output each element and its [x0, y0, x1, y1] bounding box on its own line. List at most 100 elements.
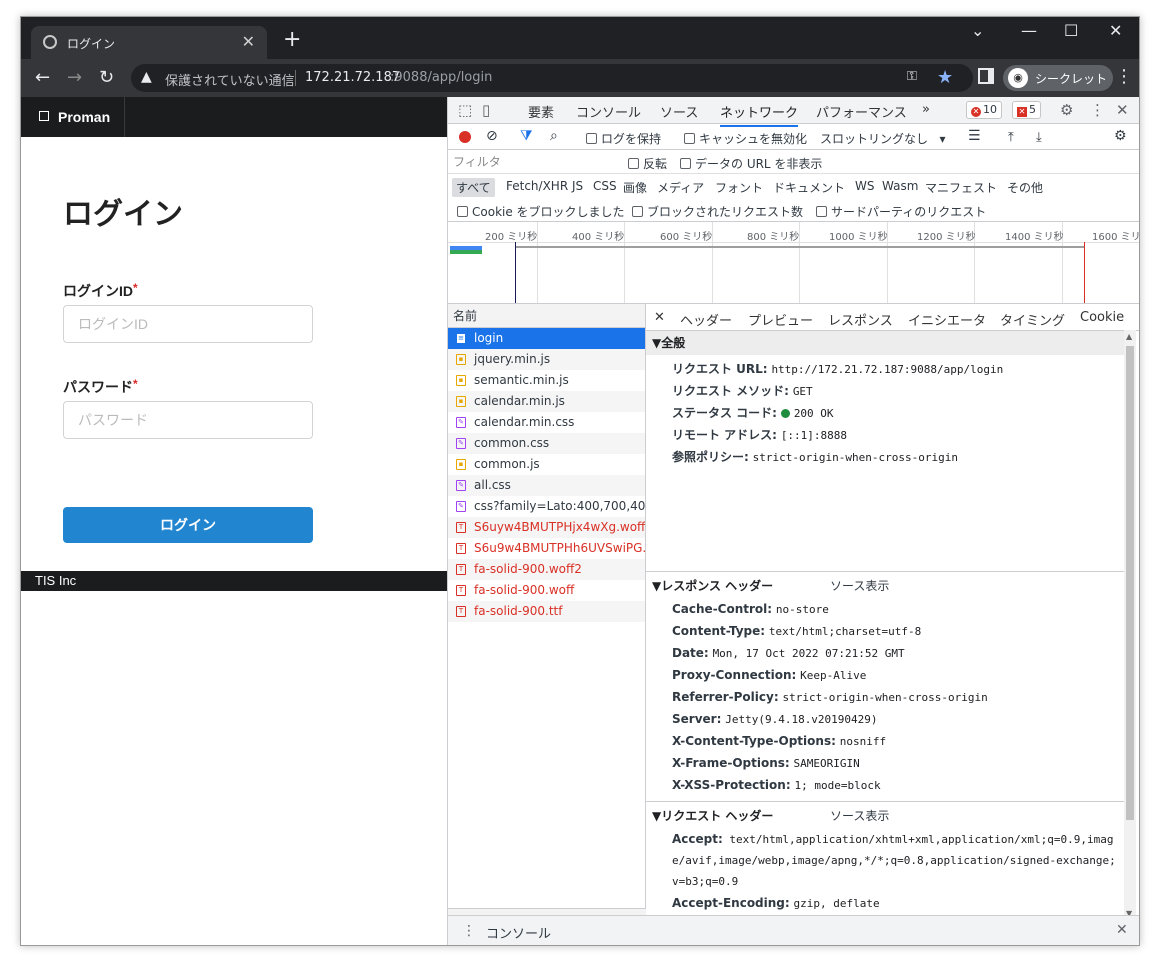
type-all[interactable]: すべて [452, 178, 495, 197]
drawer-menu-icon[interactable]: ⋮ [462, 923, 476, 939]
browser-menu-icon[interactable]: ⋮ [1115, 66, 1133, 87]
maximize-button[interactable]: ☐ [1064, 21, 1078, 40]
type-document[interactable]: ドキュメント [773, 179, 845, 196]
export-har-icon[interactable]: ⤓ [1036, 130, 1042, 145]
tab-performance[interactable]: パフォーマンス [816, 102, 907, 121]
filter-input[interactable] [453, 153, 615, 171]
tab-console[interactable]: コンソール [576, 102, 641, 121]
request-row[interactable]: Tfa-solid-900.woff [448, 580, 645, 601]
close-details-icon[interactable]: ✕ [654, 310, 665, 325]
preserve-log-checkbox[interactable]: ログを保持 [586, 130, 661, 147]
record-icon[interactable] [459, 131, 471, 143]
tab-initiator[interactable]: イニシエータ [908, 310, 986, 329]
key-icon[interactable]: ⚿ [907, 69, 917, 84]
tab-close-icon[interactable]: ✕ [242, 32, 255, 51]
tab-cookies[interactable]: Cookie [1080, 310, 1124, 325]
type-media[interactable]: メディア [657, 179, 704, 196]
request-row[interactable]: ✎ css?family=Lato:400,700,400it... [448, 496, 645, 517]
new-tab-button[interactable]: + [283, 27, 301, 52]
type-wasm[interactable]: Wasm [882, 179, 918, 193]
type-css[interactable]: CSS [593, 179, 617, 193]
request-row[interactable]: ▪ common.js [448, 454, 645, 475]
more-tabs-button[interactable]: » [922, 102, 930, 117]
address-bar[interactable]: ▲ 保護されていない通信 172.21.72.187 :9088/app/log… [131, 64, 973, 92]
error-icon: ✕ [971, 107, 981, 117]
network-conditions-icon[interactable]: ☰ [968, 128, 981, 144]
column-header-name[interactable]: 名前 [448, 304, 645, 328]
third-party-checkbox[interactable]: サードパーティのリクエスト [816, 203, 986, 220]
brand-menu-item[interactable]: Proman [21, 97, 125, 137]
request-headers-section-header[interactable]: ▼リクエスト ヘッダー ソース表示 [646, 804, 1124, 828]
request-row[interactable]: Tfa-solid-900.ttf [448, 601, 645, 622]
request-row[interactable]: ▪ calendar.min.js [448, 391, 645, 412]
general-section-header[interactable]: ▼全般 [646, 331, 1124, 355]
close-devtools-icon[interactable]: ✕ [1116, 101, 1129, 119]
request-row[interactable]: Tfa-solid-900.woff2 [448, 559, 645, 580]
timeline-tick-label: 1600 ミリ [1092, 232, 1140, 243]
browser-tab[interactable]: ログイン ✕ [31, 26, 267, 59]
request-row[interactable]: T S6u9w4BMUTPHh6UVSwiPG... [448, 538, 645, 559]
bookmark-star-icon[interactable]: ★ [937, 67, 953, 88]
tab-elements[interactable]: 要素 [528, 102, 554, 121]
login-id-input[interactable] [63, 305, 313, 343]
type-font[interactable]: フォント [715, 179, 763, 196]
clear-icon[interactable]: ⊘ [486, 128, 498, 144]
tab-sources[interactable]: ソース [660, 102, 698, 121]
tab-search-icon[interactable]: ⌄ [971, 21, 984, 40]
devtools-menu-icon[interactable]: ⋮ [1090, 101, 1105, 119]
blocked-requests-checkbox[interactable]: ブロックされたリクエスト数 [632, 203, 803, 220]
close-window-button[interactable]: ✕ [1109, 21, 1122, 40]
request-row[interactable]: ✎ all.css [448, 475, 645, 496]
request-row[interactable]: ✎ common.css [448, 433, 645, 454]
reload-button[interactable]: ↻ [99, 67, 114, 88]
header-row: X-XSS-Protection: 1; mode=block [672, 778, 881, 792]
header-value: text/html,application/xhtml+xml,applicat… [672, 833, 1116, 888]
settings-gear-icon[interactable]: ⚙ [1060, 101, 1073, 119]
tab-response[interactable]: レスポンス [828, 310, 893, 329]
request-row[interactable]: ≡ login [448, 328, 645, 349]
inspect-element-icon[interactable]: ⬚ [458, 101, 472, 119]
request-row[interactable]: ✎ calendar.min.css [448, 412, 645, 433]
hide-data-urls-checkbox[interactable]: データの URL を非表示 [680, 155, 822, 172]
type-ws[interactable]: WS [855, 179, 874, 193]
login-button[interactable]: ログイン [63, 507, 313, 543]
header-value: nosniff [839, 735, 887, 748]
type-image[interactable]: 画像 [623, 179, 647, 196]
type-js[interactable]: JS [572, 179, 583, 193]
scrollbar-thumb[interactable] [1126, 346, 1134, 820]
issues-badge[interactable]: ✕ 5 [1012, 101, 1041, 119]
errors-badge[interactable]: ✕ 10 [966, 101, 1002, 119]
request-row[interactable]: ▪ semantic.min.js [448, 370, 645, 391]
request-row[interactable]: ▪ jquery.min.js [448, 349, 645, 370]
tab-timing[interactable]: タイミング [1000, 310, 1065, 329]
type-other[interactable]: その他 [1007, 179, 1043, 196]
view-source-link[interactable]: ソース表示 [830, 574, 889, 598]
network-settings-icon[interactable]: ⚙ [1114, 128, 1127, 144]
import-har-icon[interactable]: ⤒ [1008, 130, 1014, 145]
response-headers-section-header[interactable]: ▼レスポンス ヘッダー ソース表示 [646, 574, 1124, 598]
drawer-tab-console[interactable]: コンソール [486, 923, 551, 945]
scroll-up-icon[interactable]: ▲ [1126, 332, 1132, 341]
throttling-select[interactable]: スロットリングなし ▾ [820, 130, 945, 147]
disable-cache-checkbox[interactable]: キャッシュを無効化 [684, 130, 807, 147]
search-icon[interactable]: ⌕ [550, 128, 558, 144]
network-overview-timeline[interactable]: 200 ミリ秒 400 ミリ秒 600 ミリ秒 800 ミリ秒 1000 ミリ秒… [448, 222, 1140, 304]
tab-preview[interactable]: プレビュー [748, 310, 813, 329]
blocked-cookies-checkbox[interactable]: Cookie をブロックしました [457, 203, 625, 220]
filter-icon[interactable]: ⧩ [520, 128, 533, 144]
password-input[interactable] [63, 401, 313, 439]
minimize-button[interactable]: — [1021, 21, 1037, 40]
incognito-profile-button[interactable]: ◉ シークレット [1003, 65, 1113, 91]
type-fetch-xhr[interactable]: Fetch/XHR [506, 179, 568, 193]
device-toolbar-icon[interactable]: ▯ [482, 101, 490, 119]
status-ok-icon [780, 409, 790, 418]
close-drawer-icon[interactable]: ✕ [1116, 922, 1128, 938]
details-scrollbar[interactable]: ▲ ▼ [1124, 330, 1136, 920]
view-source-link[interactable]: ソース表示 [830, 804, 889, 828]
side-panel-icon[interactable] [978, 68, 994, 84]
invert-checkbox[interactable]: 反転 [628, 155, 667, 172]
type-manifest[interactable]: マニフェスト [925, 179, 997, 196]
request-row[interactable]: T S6uyw4BMUTPHjx4wXg.woff2 [448, 517, 645, 538]
back-button[interactable]: ← [35, 67, 50, 88]
forward-button[interactable]: → [67, 67, 82, 88]
